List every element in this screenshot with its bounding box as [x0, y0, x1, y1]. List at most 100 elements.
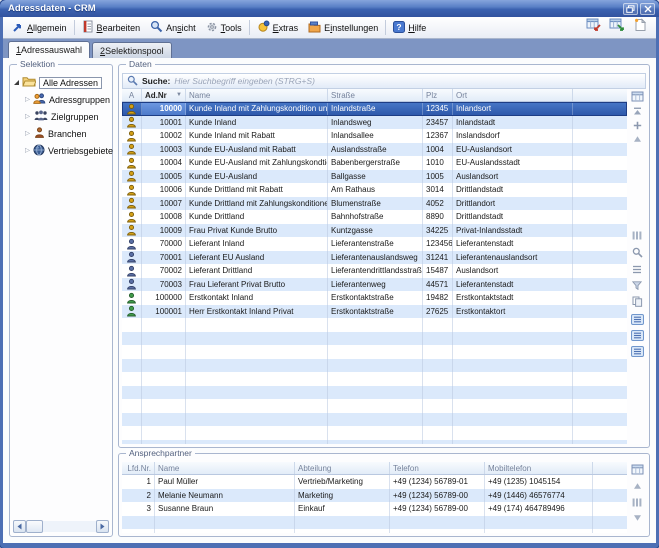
address-row-10008[interactable]: 10008Kunde DrittlandBahnhofstraße8890Dri…: [122, 210, 627, 224]
down-arrow-icon[interactable]: [630, 512, 644, 524]
address-row-70001[interactable]: 70001Lieferant EU AuslandLieferantenausl…: [122, 251, 627, 265]
table-arrow-green-button[interactable]: [607, 19, 626, 36]
column-header-telefon[interactable]: Telefon: [390, 462, 485, 474]
address-row-10007[interactable]: 10007Kunde Drittland mit Zahlungskonditi…: [122, 197, 627, 211]
filter-icon[interactable]: [630, 279, 644, 291]
lieferant-person-icon: [122, 264, 142, 278]
kunde-person-icon: [122, 170, 142, 184]
tree-item-label: Alle Adressen: [39, 77, 102, 89]
address-row-10000[interactable]: 10000Kunde Inland mit Zahlungskondition …: [122, 102, 627, 116]
list-view-blue-3-icon[interactable]: [630, 345, 644, 357]
expander-open-icon[interactable]: [14, 80, 19, 85]
column-header-straße[interactable]: Straße: [328, 89, 423, 101]
scroll-right-button[interactable]: [96, 520, 109, 533]
daten-panel-label: Daten: [126, 60, 155, 69]
address-row-70002[interactable]: 70002Lieferant DrittlandLieferantendritt…: [122, 264, 627, 278]
list-view-blue-2-icon[interactable]: [630, 329, 644, 341]
column-chooser-icon[interactable]: [630, 463, 644, 475]
column-width-icon[interactable]: [630, 496, 644, 508]
expander-closed-icon[interactable]: ▷: [25, 114, 31, 120]
address-row-10006[interactable]: 10006Kunde Drittland mit RabattAm Rathau…: [122, 183, 627, 197]
tree-item-alle-adressen[interactable]: Alle Adressen: [14, 74, 110, 91]
column-header-a[interactable]: A: [122, 89, 142, 101]
titlebar[interactable]: Adressdaten - CRM: [0, 0, 659, 17]
list-view-blue-1-icon[interactable]: [630, 313, 644, 325]
gear-icon: [206, 21, 218, 35]
menu-item-ansicht[interactable]: Ansicht: [145, 18, 201, 37]
tree-item-vertriebsgebiete[interactable]: ▷Vertriebsgebiete: [14, 142, 110, 159]
tab-1-adressauswahl[interactable]: 1 Adressauswahl: [8, 41, 90, 58]
search-icon[interactable]: [630, 246, 644, 258]
table-arrow-red-button[interactable]: [584, 19, 603, 36]
contact-table-toolbar: [627, 462, 646, 533]
column-header-lfd-nr-[interactable]: Lfd.Nr.: [122, 462, 155, 474]
toolbar-right: [584, 19, 652, 36]
search-input[interactable]: [174, 76, 641, 86]
column-header-ad-nr[interactable]: Ad.Nr▼: [142, 89, 186, 101]
edit-page-icon: [82, 20, 94, 35]
up-arrow-icon[interactable]: [630, 133, 644, 145]
list-lines-icon[interactable]: [630, 263, 644, 275]
address-row-100001[interactable]: 100001Herr Erstkontakt Inland PrivatErst…: [122, 305, 627, 319]
address-row-70003[interactable]: 70003Frau Lieferant Privat BruttoLiefera…: [122, 278, 627, 292]
menu-item-extras[interactable]: Extras: [252, 18, 304, 37]
column-header-ort[interactable]: Ort: [453, 89, 573, 101]
column-header-mobiltelefon[interactable]: Mobiltelefon: [485, 462, 593, 474]
address-row-10004[interactable]: 10004Kunde EU-Ausland mit Zahlungskondti…: [122, 156, 627, 170]
tab-2-selektionspool[interactable]: 2 Selektionspool: [92, 42, 172, 58]
menu-item-hilfe[interactable]: ?Hilfe: [388, 19, 431, 37]
expander-closed-icon[interactable]: ▷: [25, 97, 30, 103]
up-arrow-icon[interactable]: [630, 480, 644, 492]
close-icon: [644, 0, 652, 18]
menu-item-bearbeiten[interactable]: Bearbeiten: [77, 18, 146, 37]
close-button[interactable]: [640, 3, 655, 15]
address-row-10003[interactable]: 10003Kunde EU-Ausland mit RabattAuslands…: [122, 143, 627, 157]
menu-separator: [385, 20, 386, 35]
tree-item-zielgruppen[interactable]: ▷Zielgruppen: [14, 108, 110, 125]
address-row-10002[interactable]: 10002Kunde Inland mit RabattInlandsallee…: [122, 129, 627, 143]
contact-row-2[interactable]: 2Melanie NeumannMarketing+49 (1234) 5678…: [122, 489, 627, 503]
contact-row-1[interactable]: 1Paul MüllerVertrieb/Marketing+49 (1234)…: [122, 475, 627, 489]
column-width-icon[interactable]: [630, 229, 644, 241]
contact-row-3[interactable]: 3Susanne BraunEinkauf+49 (1234) 56789-00…: [122, 502, 627, 516]
column-header-name[interactable]: Name: [186, 89, 328, 101]
column-header-abteilung[interactable]: Abteilung: [295, 462, 390, 474]
expander-closed-icon[interactable]: ▷: [25, 148, 30, 154]
right-column: Daten Suche: AAd.Nr▼NameStraßePlzOrt 100…: [118, 64, 650, 537]
address-row-10005[interactable]: 10005Kunde EU-AuslandBallgasse1005Auslan…: [122, 170, 627, 184]
search-bar: Suche:: [122, 73, 646, 89]
empty-row: [122, 440, 627, 445]
erstkontakt-person-icon: [122, 291, 142, 305]
scrollbar-thumb[interactable]: [26, 520, 43, 533]
copy-icon[interactable]: [630, 295, 644, 307]
address-row-70000[interactable]: 70000Lieferant InlandLieferantenstraße12…: [122, 237, 627, 251]
tree-item-branchen[interactable]: ▷Branchen: [14, 125, 110, 142]
scrollbar-track[interactable]: [43, 521, 96, 532]
tree-item-label: Adressgruppen: [49, 95, 110, 105]
address-row-100000[interactable]: 100000Erstkontakt InlandErstkontaktstraß…: [122, 291, 627, 305]
globe-icon: [33, 144, 45, 158]
address-table-toolbar: [627, 89, 646, 444]
new-page-button[interactable]: [630, 19, 649, 36]
column-header-plz[interactable]: Plz: [423, 89, 453, 101]
address-row-10001[interactable]: 10001Kunde InlandInlandsweg23457Inlandst…: [122, 116, 627, 130]
kunde-person-icon: [122, 102, 142, 116]
menu-item-allgemein[interactable]: Allgemein: [7, 19, 72, 37]
column-header-empty: [593, 462, 627, 474]
kunde-person-icon: [122, 210, 142, 224]
empty-row: [122, 426, 627, 440]
menu-item-einstellungen[interactable]: Einstellungen: [303, 19, 383, 37]
lieferant-person-icon: [122, 278, 142, 292]
scroll-top-icon[interactable]: [630, 105, 644, 117]
expander-closed-icon[interactable]: ▷: [25, 131, 31, 137]
tree-item-adressgruppen[interactable]: ▷ Adressgruppen: [14, 91, 110, 108]
column-header-name[interactable]: Name: [155, 462, 295, 474]
add-row-icon[interactable]: [630, 119, 644, 131]
column-chooser-icon[interactable]: [630, 90, 644, 102]
menu-item-tools[interactable]: Tools: [201, 19, 247, 37]
crm-window: Adressdaten - CRM Allgemein BearbeitenAns…: [0, 0, 659, 548]
restore-button[interactable]: [623, 3, 638, 15]
daten-panel: Daten Suche: AAd.Nr▼NameStraßePlzOrt 100…: [118, 64, 650, 448]
address-row-10009[interactable]: 10009Frau Privat Kunde BruttoKuntzgasse3…: [122, 224, 627, 238]
scroll-left-button[interactable]: [13, 520, 26, 533]
